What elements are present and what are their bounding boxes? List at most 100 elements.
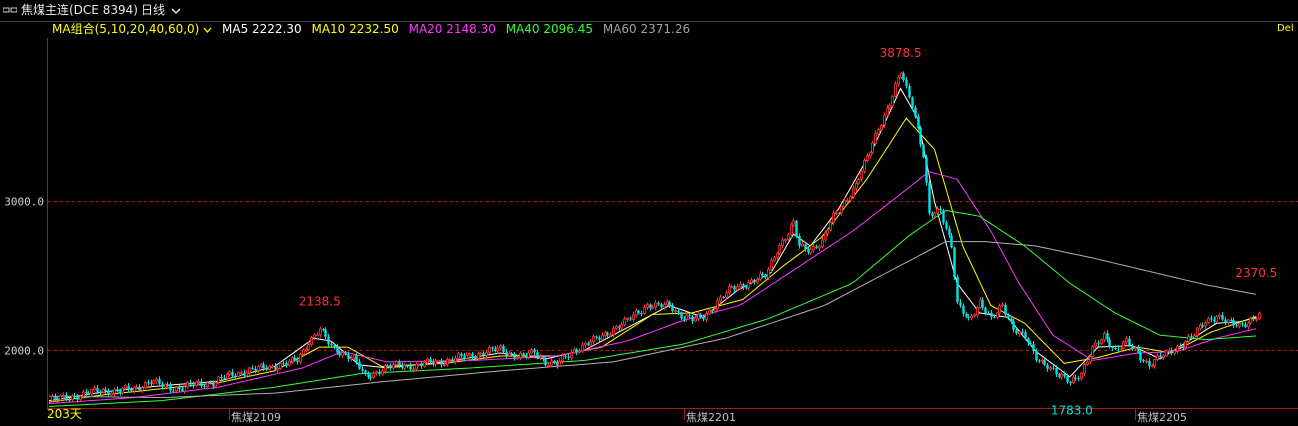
candle-body: [113, 389, 116, 394]
candle-body: [575, 349, 578, 353]
candle-body: [1117, 348, 1120, 350]
candle-body: [1249, 317, 1252, 324]
candle-body: [1153, 359, 1156, 367]
candle-body: [1052, 367, 1055, 369]
candle-body: [547, 364, 550, 367]
candle-body: [465, 354, 468, 359]
candle-body: [1029, 342, 1032, 345]
candle-body: [764, 274, 767, 278]
candle-body: [1247, 322, 1250, 328]
candle-body: [623, 318, 626, 326]
candle-body: [1196, 327, 1199, 336]
candle-body: [533, 349, 536, 353]
candle-body: [770, 260, 773, 270]
candle-body: [186, 382, 189, 388]
candle-body: [1032, 344, 1035, 351]
candle-body: [1176, 345, 1179, 352]
candle-body: [392, 364, 395, 369]
candle-body: [1168, 349, 1171, 352]
candle-body: [341, 352, 344, 356]
candle-body: [398, 361, 401, 366]
candle-body: [716, 300, 719, 309]
candle-body: [900, 72, 903, 78]
candle-body: [1238, 323, 1241, 327]
x-tick-label: 焦煤2201: [686, 411, 736, 424]
candle-body: [412, 368, 415, 371]
candle-body: [237, 372, 240, 378]
candle-body: [1043, 360, 1046, 365]
candle-body: [1094, 342, 1097, 348]
candle-body: [945, 222, 948, 229]
candle-body: [496, 347, 499, 352]
candle-body: [116, 389, 119, 392]
candle-body: [702, 316, 705, 320]
candle-body: [640, 313, 643, 315]
candle-body: [104, 389, 107, 391]
candle-body: [567, 357, 570, 359]
candle-body: [821, 239, 824, 247]
candle-body: [76, 396, 79, 400]
candle-body: [384, 365, 387, 372]
candle-body: [353, 354, 356, 359]
candle-body: [973, 314, 976, 317]
candle-body: [1097, 342, 1100, 344]
candle-body: [451, 359, 454, 362]
candle-body: [338, 352, 341, 356]
candle-body: [993, 316, 996, 318]
candle-body: [307, 344, 310, 350]
candle-body: [1184, 340, 1187, 349]
candle-body: [840, 206, 843, 214]
candle-body: [747, 282, 750, 289]
candle-body: [962, 305, 965, 314]
candle-body: [1156, 355, 1159, 360]
candle-body: [933, 212, 936, 217]
candle-body: [251, 367, 254, 369]
candle-body: [809, 249, 812, 253]
candle-body: [979, 299, 982, 308]
candle-body: [406, 365, 409, 367]
candle-body: [460, 353, 463, 356]
candle-body: [550, 360, 553, 366]
low-label: 1783.0: [1051, 403, 1093, 417]
candle-body: [996, 312, 999, 318]
candle-body: [96, 387, 99, 392]
candle-body: [609, 334, 612, 337]
candle-body: [372, 372, 375, 379]
candle-body: [426, 358, 429, 364]
candle-body: [220, 376, 223, 378]
candle-body: [967, 316, 970, 318]
candle-body: [660, 304, 663, 308]
candle-body: [643, 307, 646, 314]
candle-body: [155, 378, 158, 382]
candle-body: [454, 357, 457, 362]
candle-body: [1122, 341, 1125, 349]
candle-body: [102, 389, 105, 393]
candle-body: [527, 352, 530, 358]
candle-body: [226, 373, 229, 380]
candle-body: [790, 224, 793, 236]
candle-body: [542, 357, 545, 359]
candle-body: [733, 286, 736, 290]
candle-body: [736, 286, 739, 290]
candle-body: [313, 334, 316, 338]
candle-body: [477, 353, 480, 359]
candle-body: [491, 347, 494, 349]
candle-body: [855, 183, 858, 189]
candle-body: [228, 371, 231, 375]
candle-body: [262, 364, 265, 368]
candle-body: [553, 360, 556, 362]
candle-body: [578, 350, 581, 353]
candle-body: [448, 359, 451, 361]
candle-body: [1046, 364, 1049, 369]
candle-body: [725, 292, 728, 298]
candle-body: [1190, 336, 1193, 338]
candle-body: [1015, 329, 1018, 334]
candle-body: [795, 220, 798, 237]
candle-body: [1041, 359, 1044, 362]
candle-body: [265, 367, 268, 370]
candlestick-chart[interactable]: 3000.0 2000.0 2138.5 3878.5 1783.0 2370.5 焦煤2…: [0, 0, 1298, 426]
candle-body: [319, 328, 322, 336]
candle-body: [824, 232, 827, 241]
candle-body: [1083, 364, 1086, 374]
candle-body: [1241, 323, 1244, 325]
